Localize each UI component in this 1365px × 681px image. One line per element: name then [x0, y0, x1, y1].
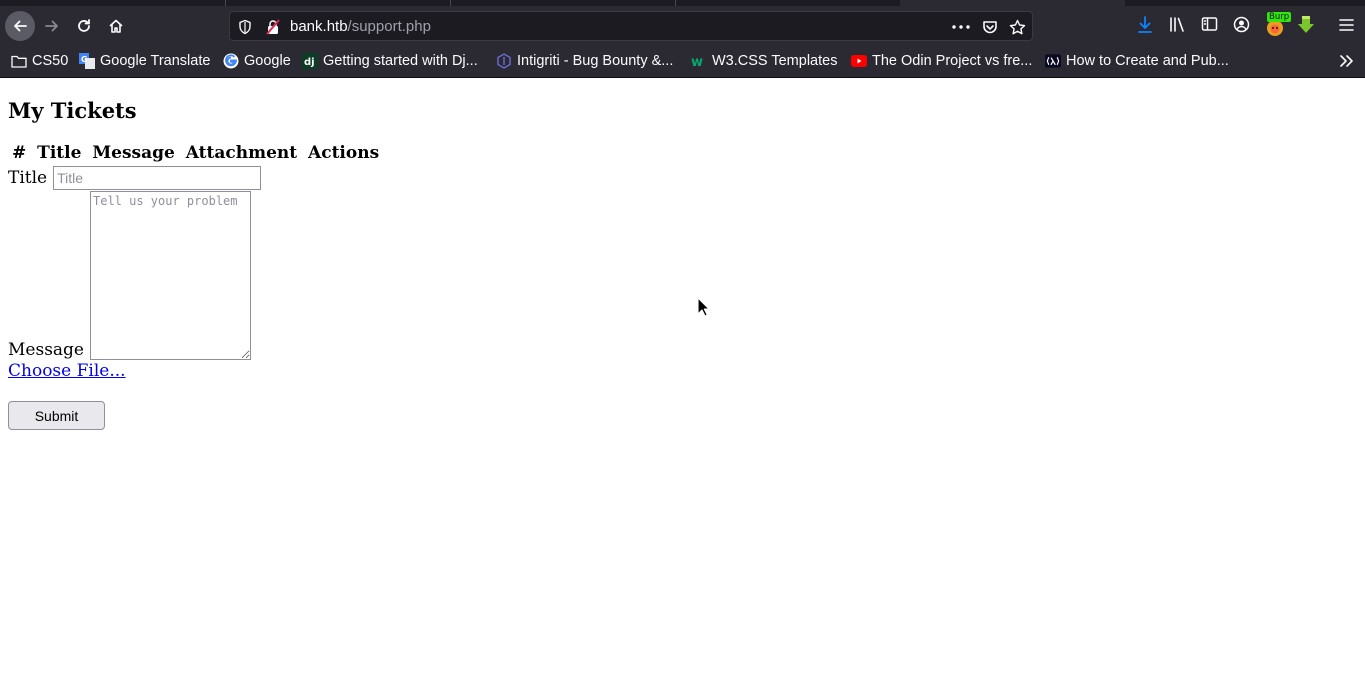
- mouse-cursor-icon: [697, 297, 710, 317]
- forward-button[interactable]: [37, 11, 67, 41]
- url-text[interactable]: bank.htb/support.php: [290, 18, 431, 35]
- column-header-attachment: Attachment: [185, 143, 298, 164]
- burp-extension-button[interactable]: Burp: [1265, 12, 1292, 40]
- reload-icon: [78, 19, 90, 32]
- google-icon: [223, 53, 239, 69]
- choose-file-link[interactable]: Choose File...: [8, 361, 126, 381]
- bookmark-how-to-create[interactable]: How to Create and Pub...: [1045, 53, 1229, 69]
- submit-button[interactable]: Submit: [8, 401, 105, 431]
- reload-button[interactable]: [69, 11, 99, 41]
- django-icon: dj: [302, 53, 318, 69]
- bookmark-django[interactable]: dj Getting started with Dj...: [302, 53, 478, 69]
- url-bar[interactable]: bank.htb/support.php: [229, 11, 1033, 41]
- message-textarea[interactable]: [90, 191, 251, 361]
- url-host: bank.htb: [290, 18, 348, 35]
- page-title: My Tickets: [8, 98, 137, 123]
- bookmarks-toolbar: CS50 G Google Translate Google dj Gettin…: [0, 46, 1365, 78]
- arrow-left-icon: [14, 20, 27, 32]
- green-download-extension-icon[interactable]: [1297, 15, 1315, 35]
- chevron-double-right-icon[interactable]: [1339, 54, 1355, 68]
- intigriti-icon: [497, 53, 511, 69]
- svg-text:dj: dj: [304, 57, 315, 68]
- bookmark-w3css[interactable]: w W3.CSS Templates: [691, 53, 837, 69]
- folder-icon: [11, 55, 27, 68]
- column-header-message: Message: [92, 143, 175, 164]
- tickets-table-header: # Title Message Attachment Actions: [12, 143, 1357, 163]
- bookmark-odin-project[interactable]: The Odin Project vs fre...: [851, 53, 1032, 69]
- bookmark-google[interactable]: Google: [223, 53, 291, 69]
- pocket-icon[interactable]: [982, 19, 998, 35]
- bookmark-cs50[interactable]: CS50: [11, 53, 68, 69]
- bookmark-google-translate[interactable]: G Google Translate: [79, 53, 210, 69]
- title-input[interactable]: [53, 166, 262, 191]
- download-icon[interactable]: [1137, 16, 1153, 34]
- home-button[interactable]: [101, 11, 131, 41]
- youtube-icon: [851, 55, 867, 67]
- sidebar-icon[interactable]: [1201, 16, 1218, 32]
- burp-badge: Burp: [1267, 12, 1292, 22]
- column-header-title: Title: [37, 143, 82, 164]
- nav-bar: bank.htb/support.php Burp: [0, 6, 1365, 46]
- w3schools-icon: w: [691, 55, 703, 69]
- account-icon[interactable]: [1233, 16, 1250, 33]
- library-icon[interactable]: [1169, 16, 1187, 33]
- insecure-lock-icon[interactable]: [266, 19, 280, 35]
- home-icon: [109, 19, 123, 33]
- hamburger-menu-icon[interactable]: [1339, 18, 1354, 32]
- shield-icon[interactable]: [238, 19, 252, 35]
- bookmark-intigriti[interactable]: Intigriti - Bug Bounty &...: [496, 53, 673, 69]
- column-header-number: #: [12, 143, 27, 164]
- message-label: Message: [8, 340, 84, 361]
- title-row: Title: [8, 166, 1357, 191]
- page-actions-icon[interactable]: [952, 25, 970, 29]
- back-button[interactable]: [5, 11, 35, 41]
- url-path: /support.php: [347, 18, 431, 35]
- svg-text:w: w: [691, 55, 703, 69]
- column-header-actions: Actions: [308, 143, 380, 164]
- browser-chrome: bank.htb/support.php Burp CS50 G Google …: [0, 0, 1365, 78]
- lambda-icon: [1045, 54, 1061, 68]
- svg-text:G: G: [81, 55, 88, 64]
- google-translate-icon: G: [79, 53, 95, 69]
- title-label: Title: [8, 168, 48, 189]
- message-row: Message: [8, 191, 1357, 361]
- star-bookmark-icon[interactable]: [1009, 19, 1026, 35]
- page-content: My Tickets # Title Message Attachment Ac…: [0, 78, 1365, 438]
- arrow-right-icon: [45, 20, 58, 32]
